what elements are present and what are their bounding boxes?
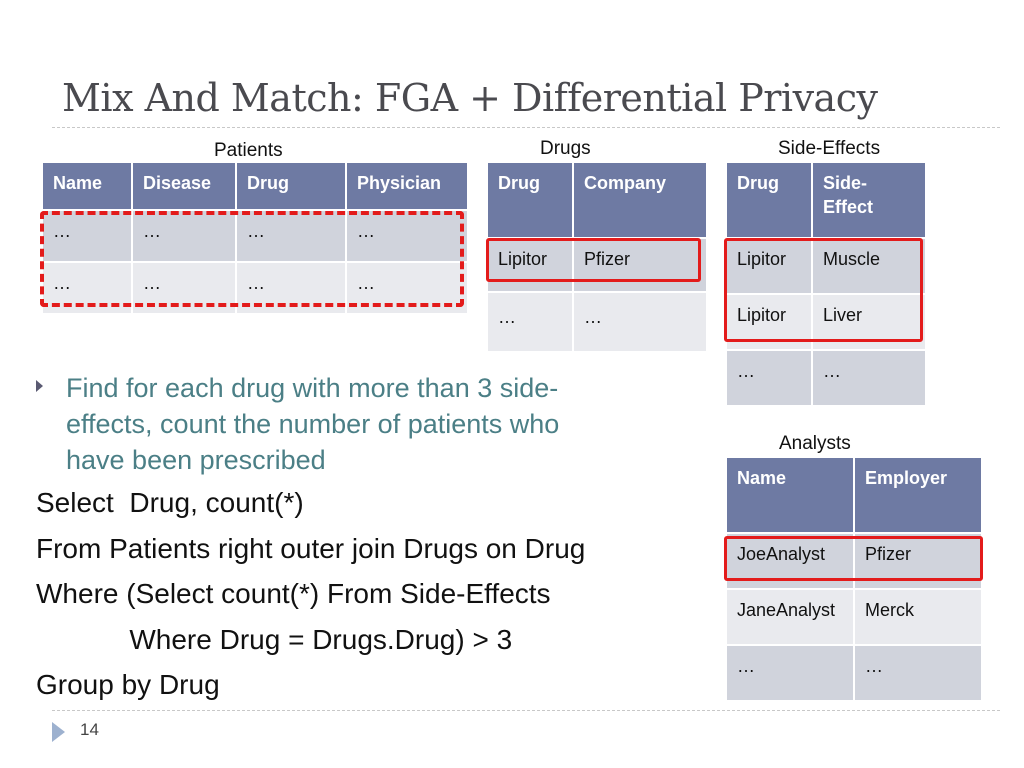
header-cell: Company: [572, 161, 708, 239]
sql-line: Select Drug, count(*): [36, 487, 304, 518]
header-cell: Drug: [725, 161, 813, 239]
footer-triangle-icon: [52, 722, 65, 742]
bullet-line: effects, count the number of patients wh…: [66, 409, 560, 439]
bullet-point: Find for each drug with more than 3 side…: [36, 370, 676, 478]
sql-line: Group by Drug: [36, 669, 220, 700]
sql-line: Where Drug = Drugs.Drug) > 3: [36, 623, 513, 655]
header-cell: Physician: [345, 161, 469, 211]
drugs-row-highlight: [486, 238, 701, 282]
header-line: Side-: [823, 173, 868, 193]
header-line: Effect: [823, 197, 874, 218]
sql-line: Where (Select count(*) From Side-Effects: [36, 578, 551, 609]
header-cell: Side- Effect: [811, 161, 927, 239]
table-row: … …: [725, 349, 927, 407]
header-cell: Drug: [486, 161, 574, 239]
bullet-line: have been prescribed: [66, 445, 326, 475]
sql-line: From Patients right outer join Drugs on …: [36, 532, 586, 564]
table-cell: …: [853, 644, 983, 702]
table-row: … …: [486, 291, 708, 353]
header-cell: Disease: [131, 161, 237, 211]
drugs-caption: Drugs: [540, 138, 591, 159]
analysts-caption: Analysts: [779, 433, 851, 454]
header-cell: Name: [41, 161, 133, 211]
page-number: 14: [80, 720, 99, 739]
table-cell: …: [725, 349, 813, 407]
table-row: … …: [725, 644, 983, 702]
patients-caption: Patients: [214, 140, 283, 161]
side-effects-rows-highlight: [724, 238, 923, 342]
title-divider: [52, 127, 1000, 128]
header-cell: Employer: [853, 456, 983, 534]
table-cell: …: [486, 291, 574, 353]
table-cell: Merck: [853, 588, 983, 646]
table-cell: JaneAnalyst: [725, 588, 855, 646]
footer-divider: [52, 710, 1000, 711]
bullet-text: Find for each drug with more than 3 side…: [66, 370, 676, 478]
header-cell: Name: [725, 456, 855, 534]
patients-rows-dashed-highlight: [40, 211, 464, 307]
slide-title: Mix And Match: FGA + Differential Privac…: [62, 76, 878, 120]
header-cell: Drug: [235, 161, 347, 211]
bullet-arrow-icon: [36, 380, 43, 392]
table-cell: …: [811, 349, 927, 407]
sql-query: Select Drug, count(*) From Patients righ…: [36, 480, 585, 708]
side-effects-caption: Side-Effects: [778, 138, 881, 159]
table-cell: …: [572, 291, 708, 353]
table-row: JaneAnalyst Merck: [725, 588, 983, 646]
bullet-line: Find for each drug with more than 3 side…: [66, 373, 559, 403]
table-cell: …: [725, 644, 855, 702]
analysts-row-highlight: [724, 536, 983, 581]
